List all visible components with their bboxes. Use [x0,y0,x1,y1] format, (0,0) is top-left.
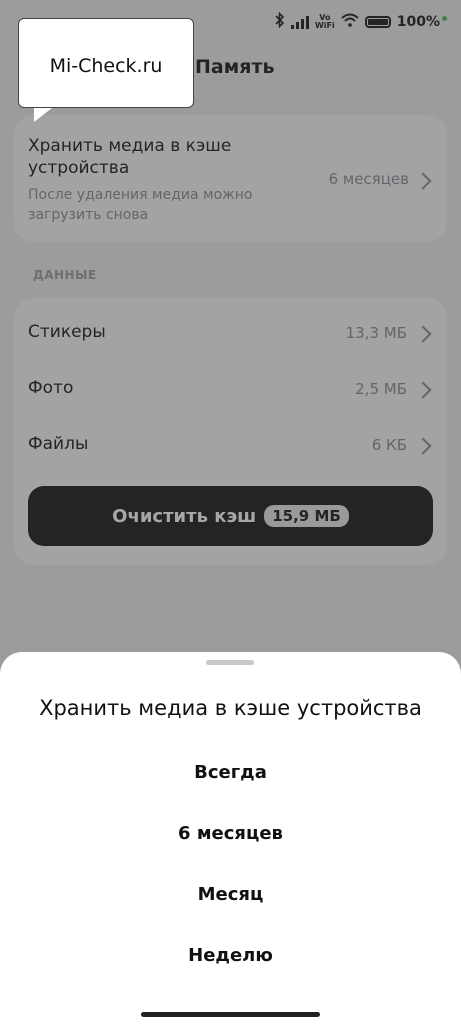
home-indicator[interactable] [141,1012,320,1017]
option-month[interactable]: Месяц [0,884,461,905]
callout-tail [34,108,52,122]
bottom-sheet: Хранить медиа в кэше устройства Всегда 6… [0,652,461,1024]
watermark-text: Mi-Check.ru [49,55,163,77]
watermark-callout: Mi-Check.ru [18,18,194,108]
option-always[interactable]: Всегда [0,762,461,783]
option-6-months[interactable]: 6 месяцев [0,823,461,844]
option-week[interactable]: Неделю [0,945,461,966]
sheet-title: Хранить медиа в кэше устройства [39,696,422,720]
drag-handle[interactable] [206,660,254,665]
